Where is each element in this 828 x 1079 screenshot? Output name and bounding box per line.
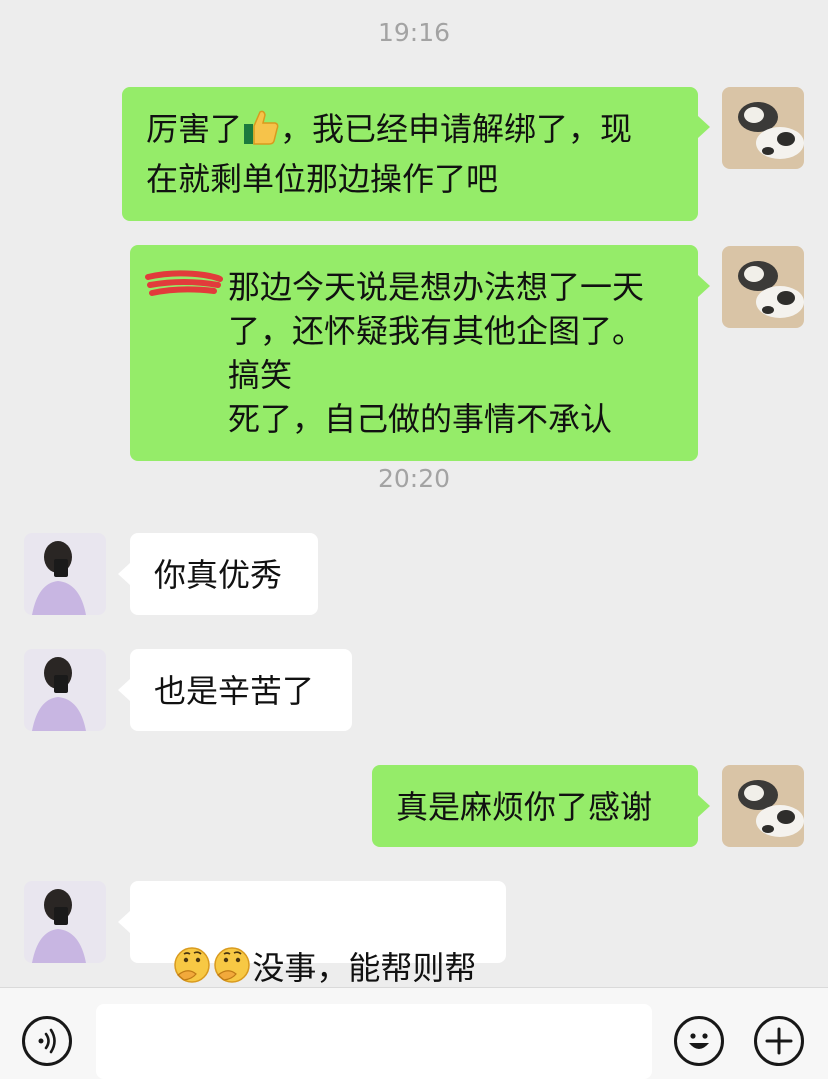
bubble-tail (118, 563, 130, 585)
girl-avatar-image (24, 533, 106, 615)
emoji-button[interactable] (674, 1016, 724, 1066)
message-bubble-sent[interactable]: 真是麻烦你了感谢 (372, 765, 698, 847)
avatar-girl[interactable] (24, 533, 106, 615)
message-text: 没事，能帮则帮 (252, 949, 477, 987)
message-bubble-sent[interactable]: 那边今天说是想办法想了一天 了，还怀疑我有其他企图了。搞笑 死了，自己做的事情不… (130, 245, 698, 461)
message-bubble-received[interactable]: 你真优秀 (130, 533, 318, 615)
avatar-cat[interactable] (722, 246, 804, 328)
thumbs-up-icon (242, 108, 280, 157)
cat-avatar-image (722, 765, 804, 847)
girl-avatar-image (24, 649, 106, 731)
bubble-tail (698, 275, 710, 297)
emoji-icon (689, 1033, 709, 1049)
voice-icon (38, 1028, 56, 1054)
plus-icon (765, 1027, 793, 1055)
message-bubble-received[interactable]: 没事，能帮则帮 (130, 881, 506, 987)
message-input[interactable] (96, 1004, 652, 1079)
avatar-girl[interactable] (24, 649, 106, 731)
message-bubble-received[interactable]: 也是辛苦了 (130, 649, 352, 731)
avatar-cat[interactable] (722, 87, 804, 169)
plus-button[interactable] (754, 1016, 804, 1066)
bubble-tail (118, 911, 130, 933)
redaction-scribble (145, 270, 223, 296)
timestamp: 20:20 (377, 464, 451, 493)
message-text: 也是辛苦了 (154, 672, 315, 710)
avatar-cat[interactable] (722, 765, 804, 847)
cat-avatar-image (722, 246, 804, 328)
voice-button[interactable] (22, 1016, 72, 1066)
cat-avatar-image (722, 87, 804, 169)
bubble-tail (118, 679, 130, 701)
bubble-tail (698, 116, 710, 138)
girl-avatar-image (24, 881, 106, 963)
message-text: 真是麻烦你了感谢 (396, 788, 653, 826)
input-bar (0, 987, 828, 1079)
message-text: 你真优秀 (154, 556, 283, 594)
bubble-tail (698, 795, 710, 817)
timestamp: 19:16 (377, 18, 451, 47)
message-bubble-sent[interactable]: 厉害了 ，我已经申请解绑了，现 在就剩单位那边操作了吧 (122, 87, 698, 221)
message-text: 那边今天说是想办法想了一天 了，还怀疑我有其他企图了。搞笑 死了，自己做的事情不… (228, 268, 645, 438)
message-text: 厉害了 (146, 110, 243, 148)
avatar-girl[interactable] (24, 881, 106, 963)
